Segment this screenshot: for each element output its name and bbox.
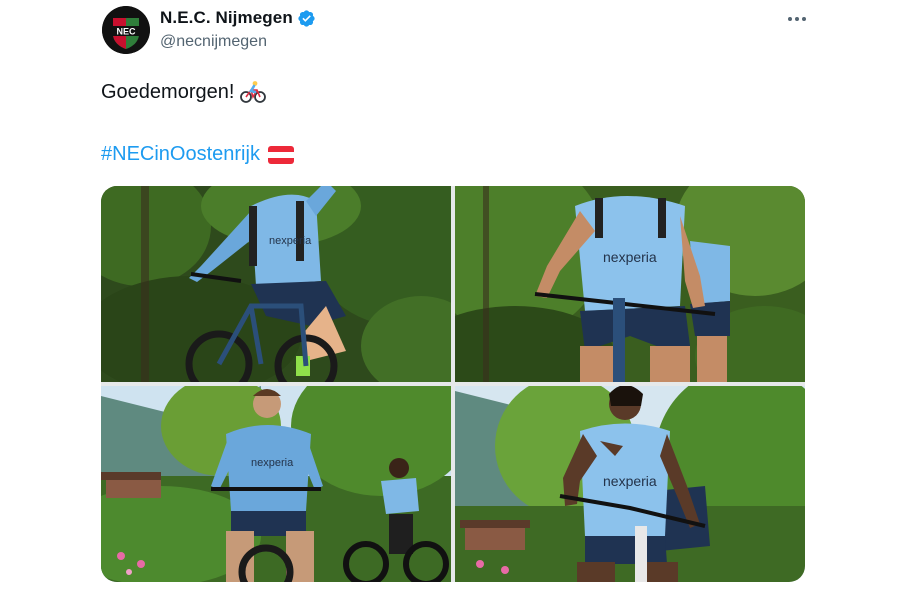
avatar[interactable]: NEC bbox=[102, 6, 150, 54]
media-photo-1[interactable]: nexperia bbox=[101, 186, 451, 382]
handle[interactable]: @necnijmegen bbox=[160, 33, 316, 51]
jersey-sponsor-text: nexperia bbox=[603, 249, 657, 265]
tweet: NEC N.E.C. Nijmegen @necnijmegen Goedemo… bbox=[0, 0, 900, 600]
avatar-text: NEC bbox=[116, 27, 136, 37]
dot bbox=[788, 17, 792, 21]
tweet-text: Goedemorgen! bbox=[101, 80, 235, 103]
media-grid: nexperia nexperia nexperia nexperia bbox=[101, 186, 805, 582]
author-block: N.E.C. Nijmegen @necnijmegen bbox=[160, 8, 316, 51]
jersey-sponsor-text: nexperia bbox=[251, 457, 294, 469]
jersey-sponsor-text: nexperia bbox=[603, 473, 657, 489]
verified-badge-icon bbox=[298, 9, 315, 27]
jersey-sponsor-text: nexperia bbox=[269, 235, 312, 247]
more-options-icon[interactable] bbox=[782, 8, 812, 30]
hashtag-line: #NECinOostenrijk bbox=[101, 143, 294, 166]
display-name[interactable]: N.E.C. Nijmegen bbox=[160, 8, 293, 28]
media-photo-4[interactable]: nexperia bbox=[455, 386, 805, 582]
dot bbox=[802, 17, 806, 21]
hashtag-link[interactable]: #NECinOostenrijk bbox=[101, 143, 260, 166]
tweet-text-line: Goedemorgen! bbox=[101, 80, 267, 104]
cyclist-emoji-icon bbox=[240, 81, 267, 103]
austria-flag-icon bbox=[267, 145, 294, 164]
media-photo-3[interactable]: nexperia bbox=[101, 386, 451, 582]
dot bbox=[795, 17, 799, 21]
name-row: N.E.C. Nijmegen bbox=[160, 8, 316, 28]
media-photo-2[interactable]: nexperia bbox=[455, 186, 805, 382]
nec-club-crest-icon: NEC bbox=[102, 6, 150, 54]
